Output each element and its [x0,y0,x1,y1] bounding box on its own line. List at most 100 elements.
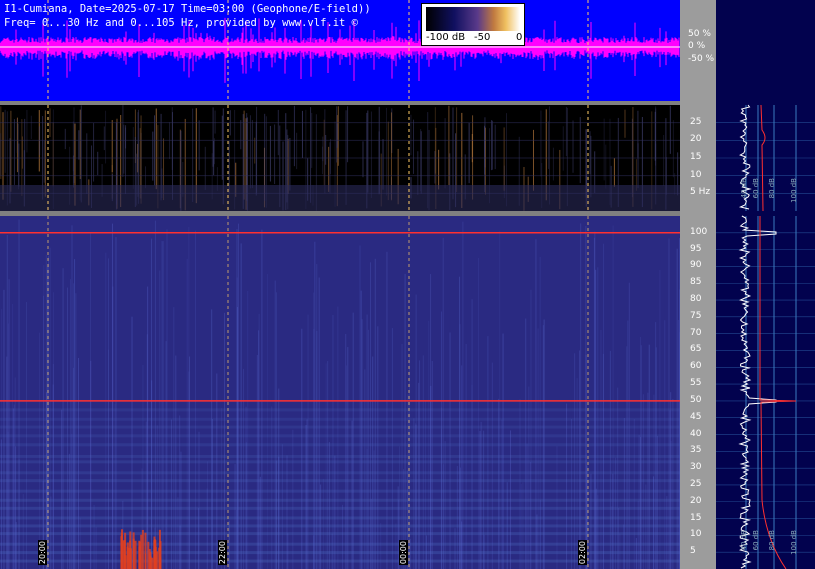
spectrogram-high-streak [320,484,322,569]
spectrogram-high-streak [156,425,158,569]
colorbar-legend: -100 dB -50 0 [421,3,525,46]
spectrogram-high-streak [462,221,464,569]
spectrogram-high-y-tick: 30 [690,462,702,473]
spectrogram-high-streak [619,533,621,569]
spectrogram-high-streak [566,403,568,569]
spectrogram-high-streak [377,326,379,569]
spectrogram-high-streak [366,448,368,569]
waveform-y-tick: 50 % [688,28,711,39]
spectrogram-high-streak [147,286,149,569]
spectrogram-high-streak [510,430,512,569]
spectrogram-high-streak [313,292,315,569]
spectrogram-high-streak [530,289,532,569]
spectrogram-high-y-tick: 5 [690,546,696,557]
spectrogram-high-streak [243,368,245,569]
spectrogram-high-y-tick: 85 [690,277,702,288]
spectrogram-high-streak [669,410,671,569]
spectrogram-high-streak [666,496,668,569]
spectrogram-high-streak [426,535,428,569]
spectrogram-high-streak [401,343,403,569]
spectrogram-high-streak [668,238,670,569]
spectrogram-high-streak [114,403,116,569]
spectrogram-high-streak [471,299,473,569]
spectrogram-high-streak [626,346,628,569]
spectrogram-high-streak [165,518,167,569]
spectrogram-low-streak [0,133,2,176]
spectrogram-high-streak [327,361,329,569]
spectrogram-high-streak [479,431,481,569]
spectrogram-high-streak [237,223,239,569]
spectrogram-low-streak [255,121,257,196]
spectrogram-high-streak [499,231,501,569]
spectrogram-high-streak [1,309,3,569]
spectrogram-burst [158,547,161,569]
spectrogram-high-streak [520,483,522,569]
header-frequency: Freq= 0...30 Hz and 0...105 Hz, provided… [4,17,359,29]
spectrogram-high-streak [648,344,650,569]
spectrogram-low-streak [13,119,15,185]
spectrogram-low-streak [456,107,458,193]
spectrogram-low-streak [565,106,567,157]
spectrum-db-tick-high: 80 dB [768,530,776,551]
spectrogram-low-streak [97,151,99,176]
spectrogram-high-streak [45,254,47,569]
spectrogram-high-streak [22,494,24,569]
spectrogram-high-streak [175,355,177,569]
spectrogram-low-y-tick: 25 [690,116,702,127]
spectrogram-burst [123,539,126,569]
spectrogram-low-y-tick: 20 [690,134,702,145]
spectrum-plot [716,104,815,569]
spectrogram-high-streak [501,419,503,569]
spectrogram-high-streak [395,523,397,569]
spectrogram-low-streak [213,138,215,165]
spectrogram-high-streak [245,442,247,569]
spectrogram-low-streak [532,129,534,191]
spectrogram-low-streak [293,105,295,167]
spectrogram-low-streak [21,136,23,169]
spectrogram-low-streak [491,120,493,171]
spectrum-db-tick-high: 60 dB [752,530,760,551]
spectrogram-high-streak [337,306,339,569]
spectrogram-high-streak [612,473,614,569]
spectrogram-high-streak [256,354,258,569]
spectrogram-high-streak [428,320,430,569]
spectrogram-burst [141,529,144,569]
spectrogram-low-streak [274,124,276,185]
spectrogram-low-panel [0,105,680,211]
spectrogram-high-streak [258,330,260,569]
spectrogram-high-streak [386,251,388,569]
spectrogram-low-streak [378,106,380,194]
spectrogram-high-streak [325,363,327,569]
spectrogram-low-streak [637,110,639,158]
spectrogram-high-streak [642,394,644,569]
spectrogram-high-streak [477,257,479,569]
spectrogram-high-streak [322,478,324,569]
spectrogram-harmonic-band [0,516,680,520]
spectrogram-high-streak [162,241,164,569]
spectrogram-high-streak [617,387,619,569]
spectrogram-high-streak [454,528,456,569]
spectrogram-high-streak [292,429,294,569]
spectrum-db-tick-low: 60 dB [752,178,760,199]
spectrogram-high-streak [498,398,500,569]
spectrogram-high-streak [487,336,489,569]
spectrogram-low-y-tick: 5 Hz [690,187,711,198]
spectrogram-burst [134,540,137,569]
spectrogram-high-streak [189,356,191,569]
spectrogram-high-streak [526,443,528,569]
spectrogram-high-streak [271,406,273,569]
spectrogram-high-y-tick: 20 [690,495,702,506]
spectrogram-low-streak [78,130,80,160]
spectrogram-high-streak [638,434,640,569]
spectrogram-low-streak [655,106,657,166]
spectrogram-low-streak [672,120,674,178]
spectrogram-high-streak [360,290,362,569]
spectrum-db-tick-low: 80 dB [768,178,776,199]
spectrogram-low-streak [296,132,298,170]
spectrogram-low-plot [0,105,680,211]
spectrogram-high-streak [314,241,316,569]
spectrogram-high-streak [459,324,461,569]
spectrum-high-average [759,216,797,569]
spectrogram-high-streak [600,329,602,569]
spectrogram-burst [138,540,141,569]
